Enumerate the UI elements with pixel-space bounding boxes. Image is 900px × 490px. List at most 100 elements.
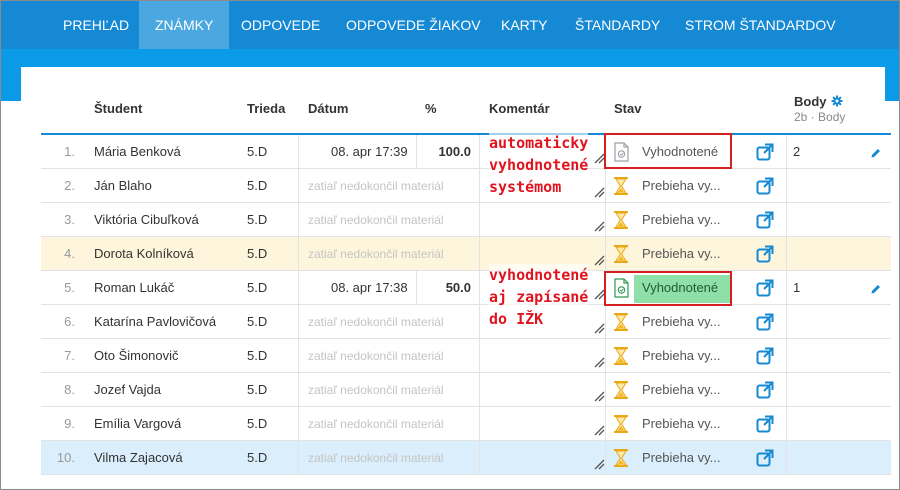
not-finished-note: zatiaľ nedokončil materiál (308, 315, 444, 329)
column-divider (479, 271, 480, 305)
external-link-icon[interactable] (756, 415, 774, 433)
student-class: 5.D (247, 348, 268, 363)
status-label[interactable]: Prebieha vy... (642, 407, 726, 441)
header-date[interactable]: Dátum (308, 101, 348, 116)
student-name[interactable]: Mária Benková (94, 135, 181, 169)
column-divider (298, 237, 299, 271)
table-row[interactable]: 2. Ján Blaho 5.D zatiaľ nedokončil materiál… (41, 169, 891, 203)
hourglass-icon (614, 313, 628, 331)
header-percent[interactable]: % (425, 101, 437, 116)
column-divider (786, 135, 787, 169)
external-link-icon[interactable] (756, 245, 774, 263)
pencil-icon[interactable] (870, 147, 882, 159)
student-name[interactable]: Jozef Vajda (94, 373, 161, 407)
column-divider (786, 271, 787, 305)
external-link-icon[interactable] (756, 279, 774, 297)
external-link-icon[interactable] (756, 211, 774, 229)
external-link-icon[interactable] (756, 177, 774, 195)
annotation-auto-evaluated: automaticky vyhodnotené systémom (489, 132, 589, 198)
column-divider (605, 237, 606, 271)
resize-handle-icon[interactable] (594, 357, 605, 368)
header-student[interactable]: Študent (94, 101, 142, 116)
student-class: 5.D (247, 314, 268, 329)
table-row[interactable]: 6. Katarína Pavlovičová 5.D zatiaľ nedokonč… (41, 305, 891, 339)
hourglass-icon (614, 415, 628, 433)
annotation-auto-line-1: automaticky (489, 134, 589, 152)
table-row[interactable]: 4. Dorota Kolníková 5.D zatiaľ nedokončil m… (41, 237, 891, 271)
tab-standardy[interactable]: ŠTANDARDY (575, 1, 660, 49)
column-divider (479, 237, 480, 271)
resize-handle-icon[interactable] (594, 425, 605, 436)
status-label[interactable]: Prebieha vy... (642, 237, 726, 271)
student-name[interactable]: Roman Lukáč (94, 271, 174, 305)
column-divider (298, 169, 299, 203)
student-name[interactable]: Emília Vargová (94, 407, 181, 441)
tab-znamky[interactable]: ZNÁMKY (139, 1, 230, 49)
resize-handle-icon[interactable] (594, 323, 605, 334)
row-number: 7. (64, 348, 75, 363)
student-name[interactable]: Katarína Pavlovičová (94, 305, 216, 339)
row-number: 9. (64, 416, 75, 431)
external-link-icon[interactable] (756, 143, 774, 161)
pencil-icon[interactable] (870, 283, 882, 295)
row-number: 5. (64, 280, 75, 295)
status-label[interactable]: Prebieha vy... (642, 441, 726, 475)
tab-odpovede-ziakov[interactable]: ODPOVEDE ŽIAKOV (346, 1, 481, 49)
status-label[interactable]: Prebieha vy... (642, 305, 726, 339)
external-link-icon[interactable] (756, 313, 774, 331)
resize-handle-icon[interactable] (594, 391, 605, 402)
tab-strom-standardov[interactable]: STROM ŠTANDARDOV (685, 1, 836, 49)
external-link-icon[interactable] (756, 381, 774, 399)
column-divider (298, 407, 299, 441)
column-divider (416, 271, 417, 305)
student-name[interactable]: Dorota Kolníková (94, 237, 194, 271)
table-row[interactable]: 9. Emília Vargová 5.D zatiaľ nedokončil mat… (41, 407, 891, 441)
header-class[interactable]: Trieda (247, 101, 285, 116)
table-row[interactable]: 1. Mária Benková 5.D 08. apr 17:39 100.0 Vyho… (41, 135, 891, 169)
column-divider (479, 305, 480, 339)
student-name[interactable]: Oto Šimonovič (94, 339, 179, 373)
tab-odpovede[interactable]: ODPOVEDE (241, 1, 320, 49)
header-state[interactable]: Stav (614, 101, 641, 116)
gear-icon[interactable] (831, 95, 843, 107)
top-navigation: PREHĽAD ZNÁMKY ODPOVEDE ODPOVEDE ŽIAKOV … (1, 1, 899, 49)
table-row[interactable]: 3. Viktória Cibuľková 5.D zatiaľ nedokončil… (41, 203, 891, 237)
student-name[interactable]: Ján Blaho (94, 169, 152, 203)
not-finished-note: zatiaľ nedokončil materiál (308, 213, 444, 227)
resize-handle-icon[interactable] (594, 221, 605, 232)
student-name[interactable]: Vilma Zajacová (94, 441, 183, 475)
hourglass-icon (614, 347, 628, 365)
not-finished-note: zatiaľ nedokončil materiál (308, 417, 444, 431)
not-finished-note: zatiaľ nedokončil materiál (308, 349, 444, 363)
header-comment[interactable]: Komentár (489, 101, 550, 116)
submission-date: 08. apr 17:39 (331, 144, 408, 159)
column-divider (479, 135, 480, 169)
status-label[interactable]: Prebieha vy... (642, 339, 726, 373)
status-label[interactable]: Prebieha vy... (642, 169, 726, 203)
page-background-left (1, 67, 21, 101)
table-row[interactable]: 7. Oto Šimonovič 5.D zatiaľ nedokončil mate… (41, 339, 891, 373)
external-link-icon[interactable] (756, 449, 774, 467)
table-row[interactable]: 5. Roman Lukáč 5.D 08. apr 17:38 50.0 Vyhodno… (41, 271, 891, 305)
status-label[interactable]: Vyhodnotené (642, 271, 726, 305)
hourglass-icon (614, 449, 628, 467)
student-name[interactable]: Viktória Cibuľková (94, 203, 199, 237)
column-divider (605, 339, 606, 373)
not-finished-note: zatiaľ nedokončil materiál (308, 451, 444, 465)
status-label[interactable]: Prebieha vy... (642, 373, 726, 407)
table-row[interactable]: 10. Vilma Zajacová 5.D zatiaľ nedokončil ma… (41, 441, 891, 475)
external-link-icon[interactable] (756, 347, 774, 365)
resize-handle-icon[interactable] (594, 255, 605, 266)
status-label[interactable]: Prebieha vy... (642, 203, 726, 237)
column-divider (605, 305, 606, 339)
hourglass-icon (614, 381, 628, 399)
resize-handle-icon[interactable] (594, 459, 605, 470)
tab-prehlad[interactable]: PREHĽAD (63, 1, 129, 49)
header-points[interactable]: Body (794, 94, 827, 109)
tab-karty[interactable]: KARTY (501, 1, 547, 49)
resize-handle-icon[interactable] (594, 187, 605, 198)
column-divider (479, 373, 480, 407)
table-row[interactable]: 8. Jozef Vajda 5.D zatiaľ nedokončil materi… (41, 373, 891, 407)
column-divider (786, 305, 787, 339)
column-divider (786, 237, 787, 271)
